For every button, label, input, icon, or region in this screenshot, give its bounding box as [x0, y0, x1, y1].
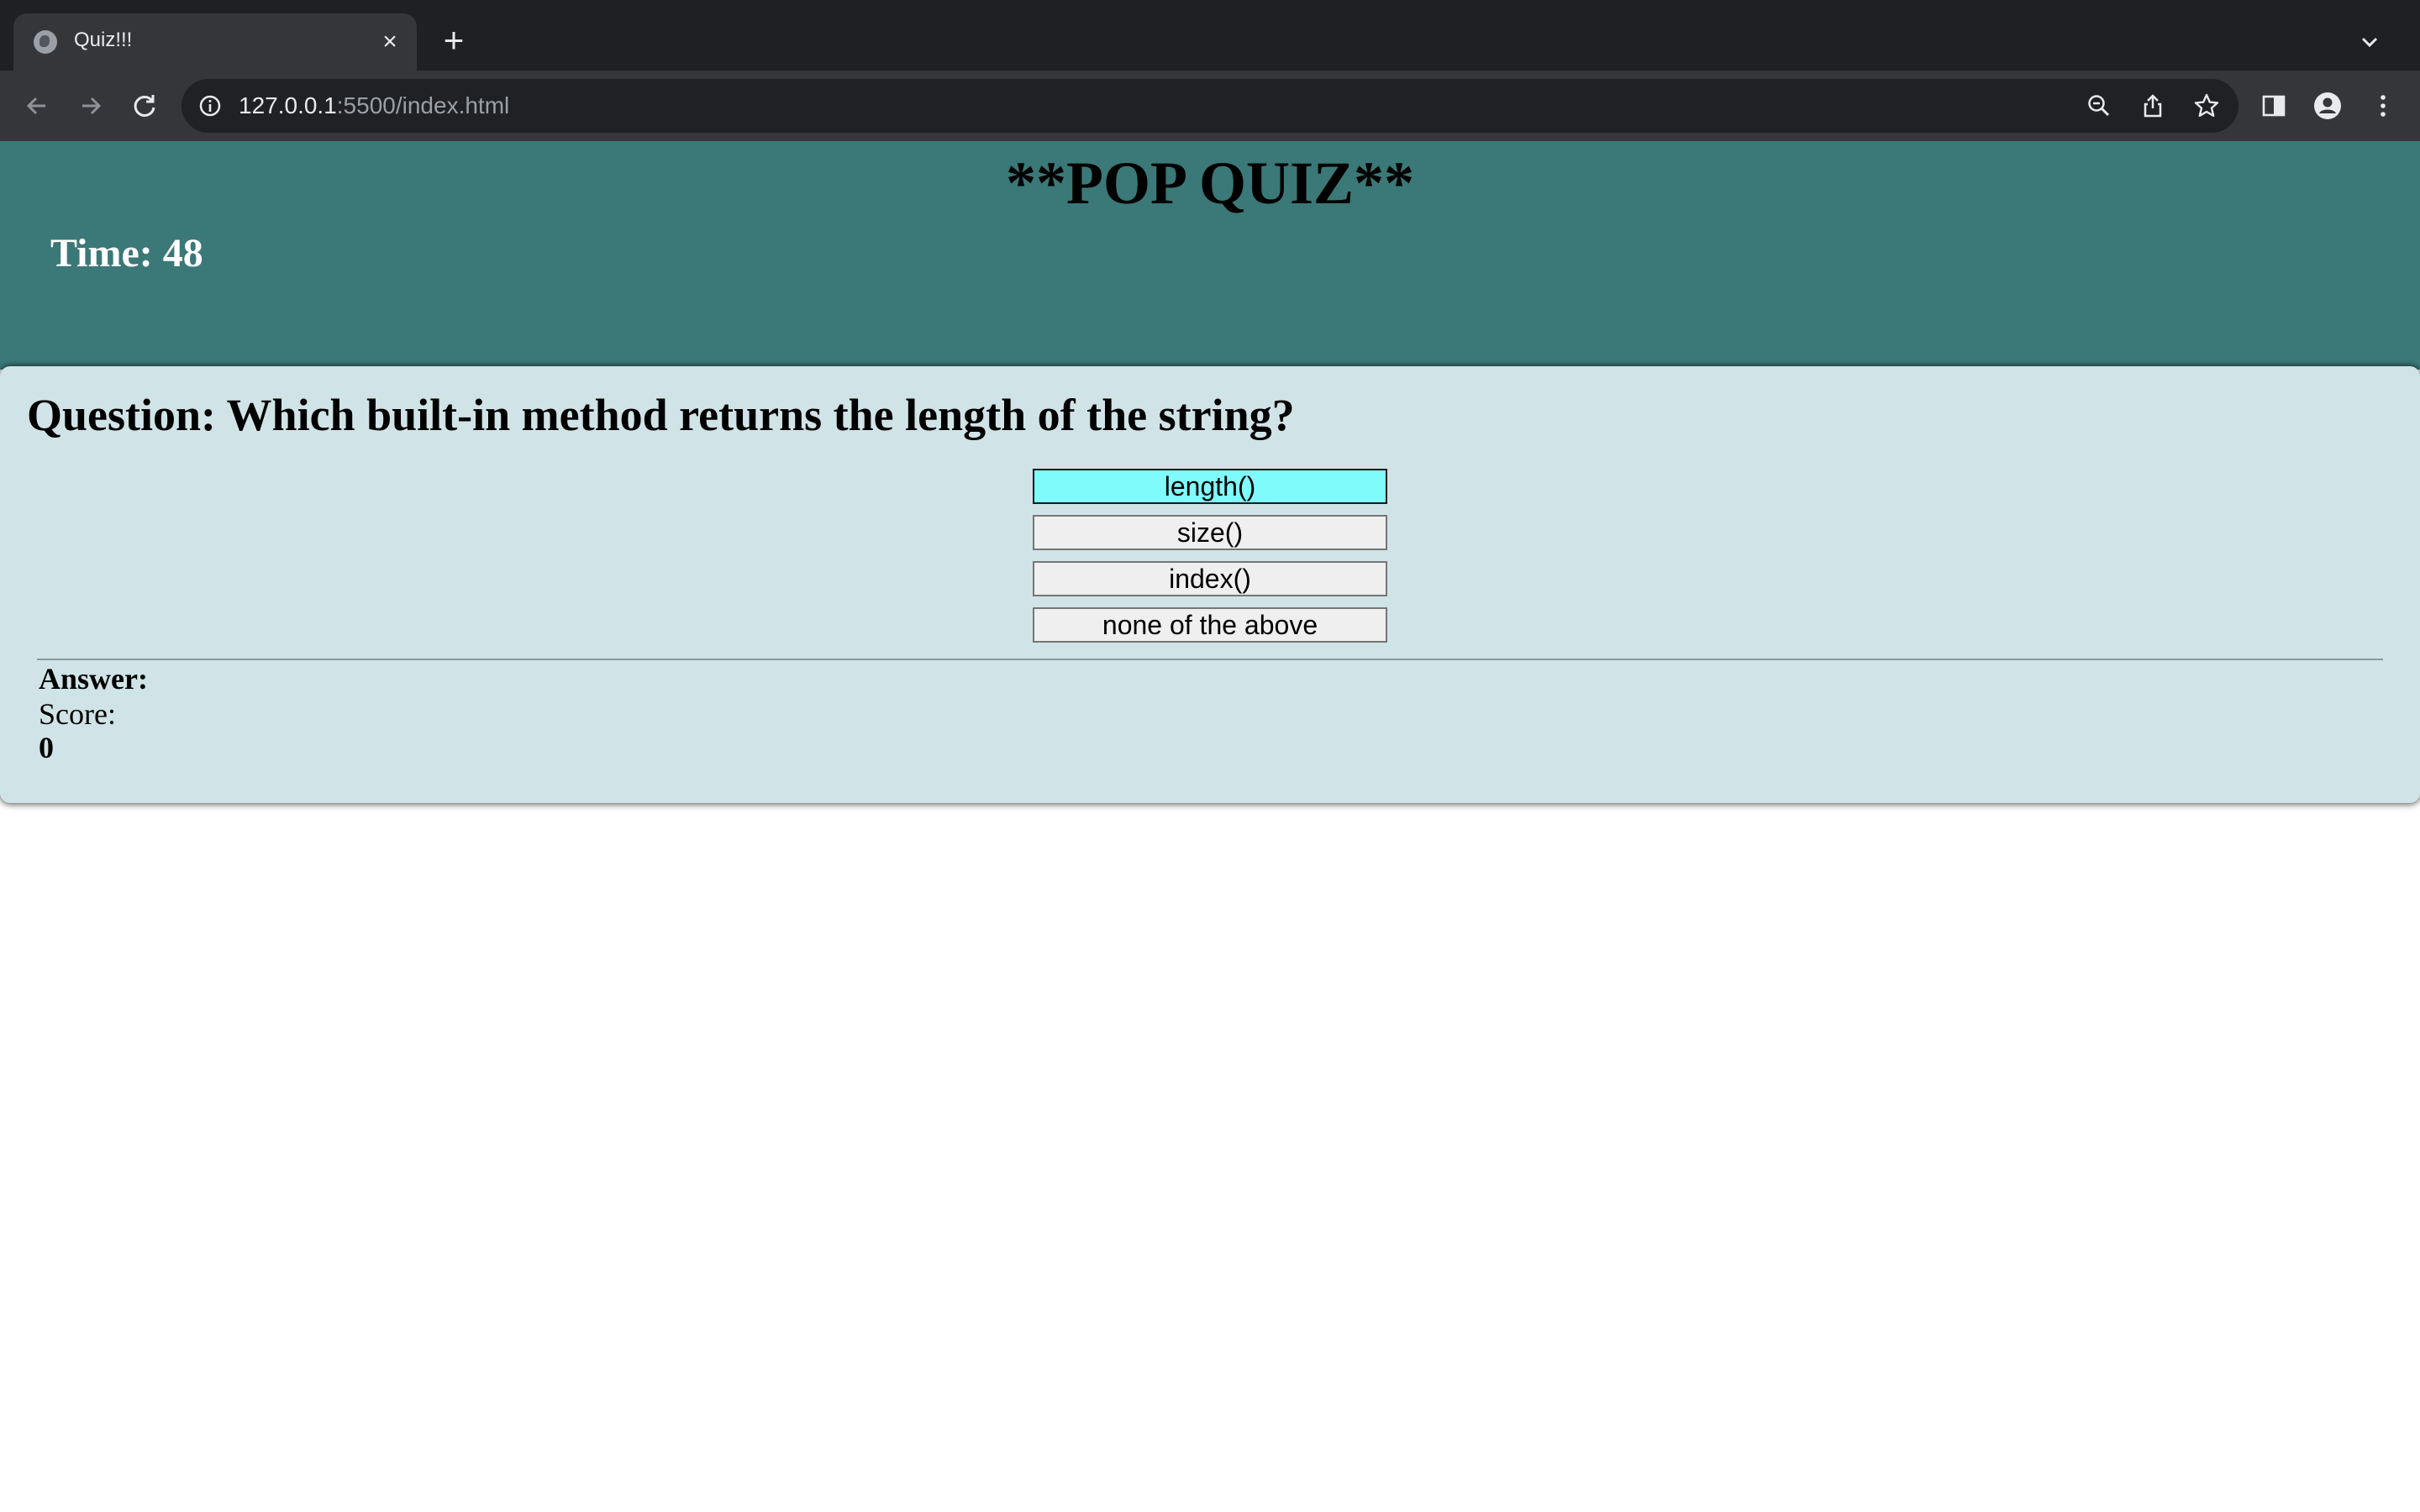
browser-tab-strip: Quiz!!! × + [0, 0, 2420, 71]
address-bar[interactable]: 127.0.0.1:5500/index.html [182, 79, 2238, 133]
question-text: Question: Which built-in method returns … [27, 390, 1295, 440]
close-tab-icon[interactable]: × [373, 25, 407, 59]
reload-icon[interactable] [126, 87, 163, 124]
divider [37, 659, 2383, 660]
choice-button-size[interactable]: size() [1033, 515, 1387, 550]
browser-toolbar: 127.0.0.1:5500/index.html [0, 71, 2420, 141]
new-tab-icon[interactable]: + [437, 23, 471, 58]
timer-label: Time: 48 [50, 231, 203, 276]
choice-button-none[interactable]: none of the above [1033, 607, 1387, 643]
url-host: 127.0.0.1 [239, 92, 337, 118]
answer-label: Answer: [39, 662, 148, 696]
site-info-icon[interactable] [198, 94, 222, 118]
url-path: :5500/index.html [336, 92, 510, 118]
score-label: Score: [39, 697, 116, 731]
choice-button-length[interactable]: length() [1033, 469, 1387, 504]
tab-search-chevron-icon[interactable] [2353, 25, 2386, 59]
profile-avatar-icon[interactable] [2309, 87, 2346, 124]
back-icon[interactable] [18, 87, 55, 124]
forward-icon[interactable] [72, 87, 109, 124]
url-text[interactable]: 127.0.0.1:5500/index.html [239, 92, 509, 119]
tab-title: Quiz!!! [74, 29, 133, 51]
share-icon[interactable] [2138, 91, 2168, 121]
browser-tab[interactable]: Quiz!!! × [13, 13, 417, 71]
page-title: **POP QUIZ** [1005, 150, 1415, 217]
side-panel-icon[interactable] [2255, 87, 2292, 124]
globe-icon [34, 30, 57, 54]
more-menu-icon[interactable] [2365, 87, 2402, 124]
zoom-icon[interactable] [2084, 91, 2114, 121]
quiz-card: Question: Which built-in method returns … [0, 366, 2420, 803]
bookmark-star-icon[interactable] [2191, 91, 2222, 121]
quiz-header: **POP QUIZ** Time: 48 [0, 141, 2420, 370]
choice-button-index[interactable]: index() [1033, 561, 1387, 596]
score-value: 0 [39, 731, 54, 764]
